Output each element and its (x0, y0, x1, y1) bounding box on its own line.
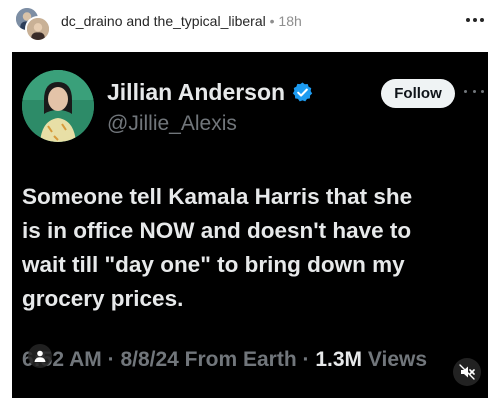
verified-badge-icon (292, 82, 313, 102)
author-secondary-link[interactable]: the_typical_liberal (154, 13, 266, 29)
tweet-body-line: wait till "day one" to bring down my (22, 252, 405, 277)
separator-dot: • (269, 13, 275, 29)
embedded-tweet-image[interactable]: Jillian Anderson @Jillie_Alexis Follow S… (12, 52, 488, 398)
more-options-button[interactable] (462, 8, 488, 32)
display-name-text: Jillian Anderson (107, 79, 286, 105)
tweet-author-avatar (22, 70, 94, 142)
more-dot (473, 18, 477, 22)
more-dot (466, 18, 470, 22)
tweet-date-source: 8/8/24 From Earth (120, 348, 297, 371)
user-tag-icon (34, 350, 46, 362)
meta-separator: · (107, 348, 115, 371)
author-connector: and (126, 13, 150, 29)
tweet-display-name: Jillian Anderson (107, 79, 314, 106)
tweet-views-count: 1.3M (315, 348, 363, 371)
tweet-body-line: Someone tell Kamala Harris that she (22, 184, 413, 209)
tweet-more-dot (464, 90, 467, 93)
user-tag-button[interactable] (28, 344, 52, 368)
avatar-the-typical-liberal[interactable] (25, 16, 51, 42)
tweet-handle: @Jillie_Alexis (107, 112, 237, 135)
tweet-more-icon (464, 90, 484, 96)
author-primary-link[interactable]: dc_draino (61, 13, 123, 29)
collab-avatars[interactable] (14, 6, 54, 42)
tweet-views-label: Views (367, 348, 428, 371)
tweet-more-dot (481, 90, 484, 93)
speaker-muted-icon (459, 364, 475, 380)
tweet-body-line: is in office NOW and doesn't have to (22, 218, 412, 243)
more-dot (480, 18, 484, 22)
tweet-body-line: grocery prices. (22, 286, 184, 311)
post-header: dc_draino and the_typical_liberal • 18h (0, 0, 500, 48)
tweet-body: Someone tell Kamala Harris that she is i… (22, 180, 482, 316)
post-authors: dc_draino and the_typical_liberal • 18h (61, 13, 302, 29)
tweet-meta: 6:52 AM · 8/8/24 From Earth · 1.3M Views (22, 348, 427, 372)
follow-button: Follow (381, 79, 455, 108)
meta-separator: · (302, 348, 310, 371)
post-timestamp[interactable]: 18h (278, 13, 301, 29)
tweet-more-dot (472, 90, 476, 93)
mute-toggle-button[interactable] (453, 358, 481, 386)
